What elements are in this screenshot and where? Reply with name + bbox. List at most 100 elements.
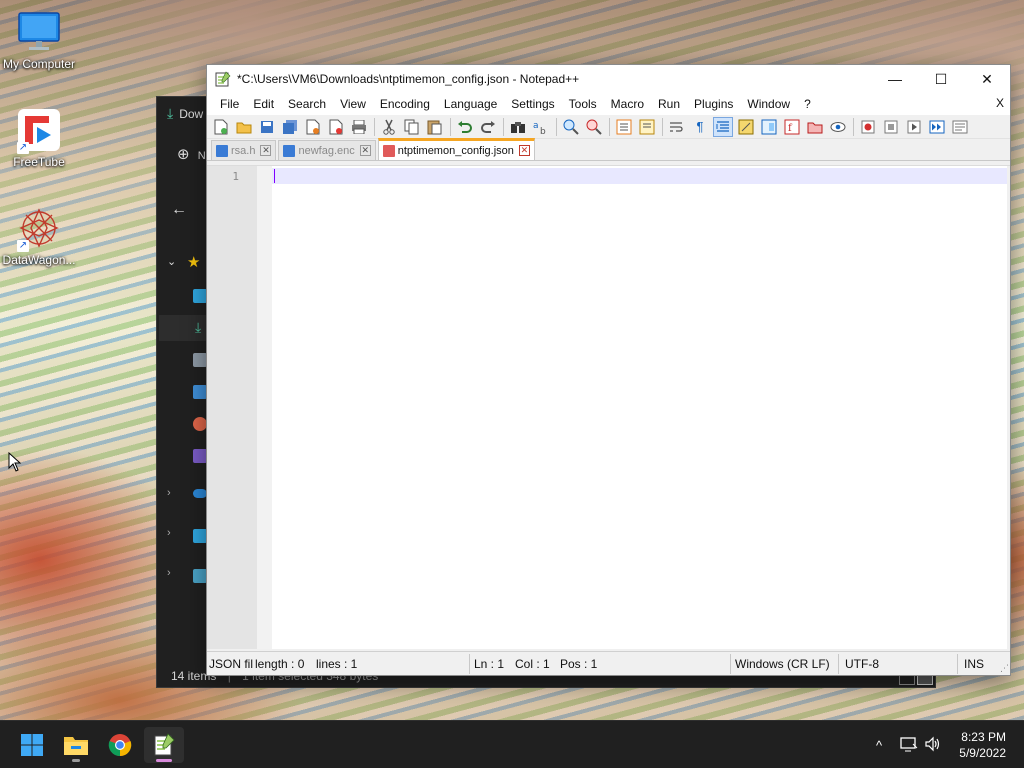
- document-tab-bar: rsa.h ✕ newfag.enc ✕ ntptimemon_config.j…: [207, 138, 1010, 161]
- status-encoding[interactable]: UTF-8: [845, 652, 879, 676]
- music-icon[interactable]: [193, 417, 207, 431]
- monitoring-eye-icon[interactable]: [828, 117, 848, 137]
- taskbar-chrome[interactable]: [100, 727, 140, 763]
- chevron-right-icon[interactable]: ›: [167, 567, 171, 579]
- tab-close-icon[interactable]: ✕: [260, 145, 272, 156]
- menu-plugins[interactable]: Plugins: [687, 97, 740, 111]
- close-file-icon[interactable]: [303, 117, 323, 137]
- menu-run[interactable]: Run: [651, 97, 687, 111]
- chevron-right-icon[interactable]: ›: [167, 487, 171, 499]
- menu-search[interactable]: Search: [281, 97, 333, 111]
- tab-ntptimemon-config-json[interactable]: ntptimemon_config.json ✕: [377, 138, 535, 160]
- paste-icon[interactable]: [425, 117, 445, 137]
- function-list-icon[interactable]: f: [782, 117, 802, 137]
- this-pc-icon[interactable]: [193, 529, 207, 543]
- open-file-icon[interactable]: [234, 117, 254, 137]
- tab-close-icon[interactable]: ✕: [359, 145, 371, 156]
- back-arrow-icon[interactable]: ←: [171, 201, 187, 219]
- word-wrap-icon[interactable]: [667, 117, 687, 137]
- copy-icon[interactable]: [402, 117, 422, 137]
- sync-horizontal-icon[interactable]: [637, 117, 657, 137]
- status-bar: JSON fil length : 0 lines : 1 Ln : 1 Col…: [207, 651, 1010, 675]
- start-button[interactable]: [12, 727, 52, 763]
- indent-guide-icon[interactable]: [713, 116, 733, 137]
- document-map-icon[interactable]: [759, 117, 779, 137]
- zoom-out-icon[interactable]: [584, 117, 604, 137]
- chevron-down-icon[interactable]: ⌄: [167, 255, 176, 268]
- menu-window[interactable]: Window: [740, 97, 797, 111]
- resize-grip-icon[interactable]: ⋰: [1000, 663, 1009, 674]
- macro-run-multiple-icon[interactable]: [927, 117, 947, 137]
- network-icon[interactable]: [193, 569, 207, 583]
- vertical-scrollbar[interactable]: [1007, 166, 1010, 649]
- macro-stop-icon[interactable]: [881, 117, 901, 137]
- redo-icon[interactable]: [478, 117, 498, 137]
- replace-icon[interactable]: ab: [531, 117, 551, 137]
- close-document-button[interactable]: X: [996, 96, 1004, 110]
- close-all-icon[interactable]: [326, 117, 346, 137]
- save-icon[interactable]: [257, 117, 277, 137]
- macro-save-icon[interactable]: [950, 117, 970, 137]
- cut-icon[interactable]: [379, 117, 399, 137]
- volume-icon[interactable]: [924, 736, 942, 755]
- videos-icon[interactable]: [193, 449, 207, 463]
- menu-edit[interactable]: Edit: [246, 97, 281, 111]
- text-editor-area[interactable]: 1: [207, 165, 1010, 649]
- network-icon[interactable]: [900, 736, 918, 755]
- zoom-in-icon[interactable]: [561, 117, 581, 137]
- documents-icon[interactable]: [193, 353, 207, 367]
- menu-help[interactable]: ?: [797, 97, 818, 111]
- macro-record-icon[interactable]: [858, 117, 878, 137]
- menu-macro[interactable]: Macro: [604, 97, 651, 111]
- status-col: Col : 1: [515, 657, 550, 671]
- notepadpp-window[interactable]: *C:\Users\VM6\Downloads\ntptimemon_confi…: [206, 64, 1011, 676]
- text-caret: [274, 169, 275, 183]
- menu-bar: File Edit Search View Encoding Language …: [207, 93, 1010, 115]
- save-all-icon[interactable]: [280, 117, 300, 137]
- desktop-icon-freetube[interactable]: ↗ FreeTube: [0, 108, 78, 169]
- taskbar-file-explorer[interactable]: [56, 727, 96, 763]
- menu-tools[interactable]: Tools: [562, 97, 604, 111]
- tab-rsa-h[interactable]: rsa.h ✕: [211, 140, 277, 160]
- quick-access-star-icon[interactable]: ★: [187, 253, 200, 271]
- print-icon[interactable]: [349, 117, 369, 137]
- menu-encoding[interactable]: Encoding: [373, 97, 437, 111]
- pictures-icon[interactable]: [193, 385, 207, 399]
- chevron-right-icon[interactable]: ›: [167, 527, 171, 539]
- maximize-button[interactable]: ☐: [918, 65, 964, 93]
- explorer-title: ⤓ Dow: [167, 105, 204, 121]
- menu-file[interactable]: File: [213, 97, 246, 111]
- show-all-characters-icon[interactable]: ¶: [690, 117, 710, 137]
- taskbar: ^ 8:23 PM 5/9/2022: [0, 720, 1024, 768]
- folder-icon: [64, 737, 88, 755]
- close-button[interactable]: ✕: [964, 65, 1010, 93]
- show-hidden-icons-chevron-icon[interactable]: ^: [870, 738, 888, 753]
- status-insert-mode[interactable]: INS: [964, 652, 984, 676]
- status-eol[interactable]: Windows (CR LF): [735, 652, 830, 676]
- new-file-icon[interactable]: [211, 117, 231, 137]
- tab-close-icon[interactable]: ✕: [518, 145, 530, 156]
- macro-play-icon[interactable]: [904, 117, 924, 137]
- desktop-icon-label: FreeTube: [13, 155, 65, 169]
- find-icon[interactable]: [508, 117, 528, 137]
- menu-view[interactable]: View: [333, 97, 373, 111]
- sidebar-selected-item[interactable]: ⤓: [159, 315, 209, 341]
- undo-icon[interactable]: [455, 117, 475, 137]
- tab-newfag-enc[interactable]: newfag.enc ✕: [278, 140, 376, 160]
- desktop-folder-icon[interactable]: [193, 289, 207, 303]
- sync-vertical-icon[interactable]: [614, 117, 634, 137]
- status-pos: Pos : 1: [560, 657, 598, 671]
- taskbar-clock[interactable]: 8:23 PM 5/9/2022: [959, 729, 1006, 761]
- desktop-icon-my-computer[interactable]: My Computer: [0, 10, 78, 71]
- menu-language[interactable]: Language: [437, 97, 504, 111]
- onedrive-icon[interactable]: [193, 489, 207, 498]
- explorer-new-button[interactable]: ⊕ N: [177, 145, 206, 163]
- desktop-icon-datawagon[interactable]: ↗ DataWagon...: [0, 206, 78, 267]
- taskbar-notepadpp[interactable]: [144, 727, 184, 763]
- minimize-button[interactable]: —: [872, 65, 918, 93]
- menu-settings[interactable]: Settings: [504, 97, 561, 111]
- folder-as-workspace-icon[interactable]: [805, 117, 825, 137]
- title-bar[interactable]: *C:\Users\VM6\Downloads\ntptimemon_confi…: [207, 65, 1010, 93]
- user-defined-language-icon[interactable]: [736, 117, 756, 137]
- status-divider: [469, 654, 470, 674]
